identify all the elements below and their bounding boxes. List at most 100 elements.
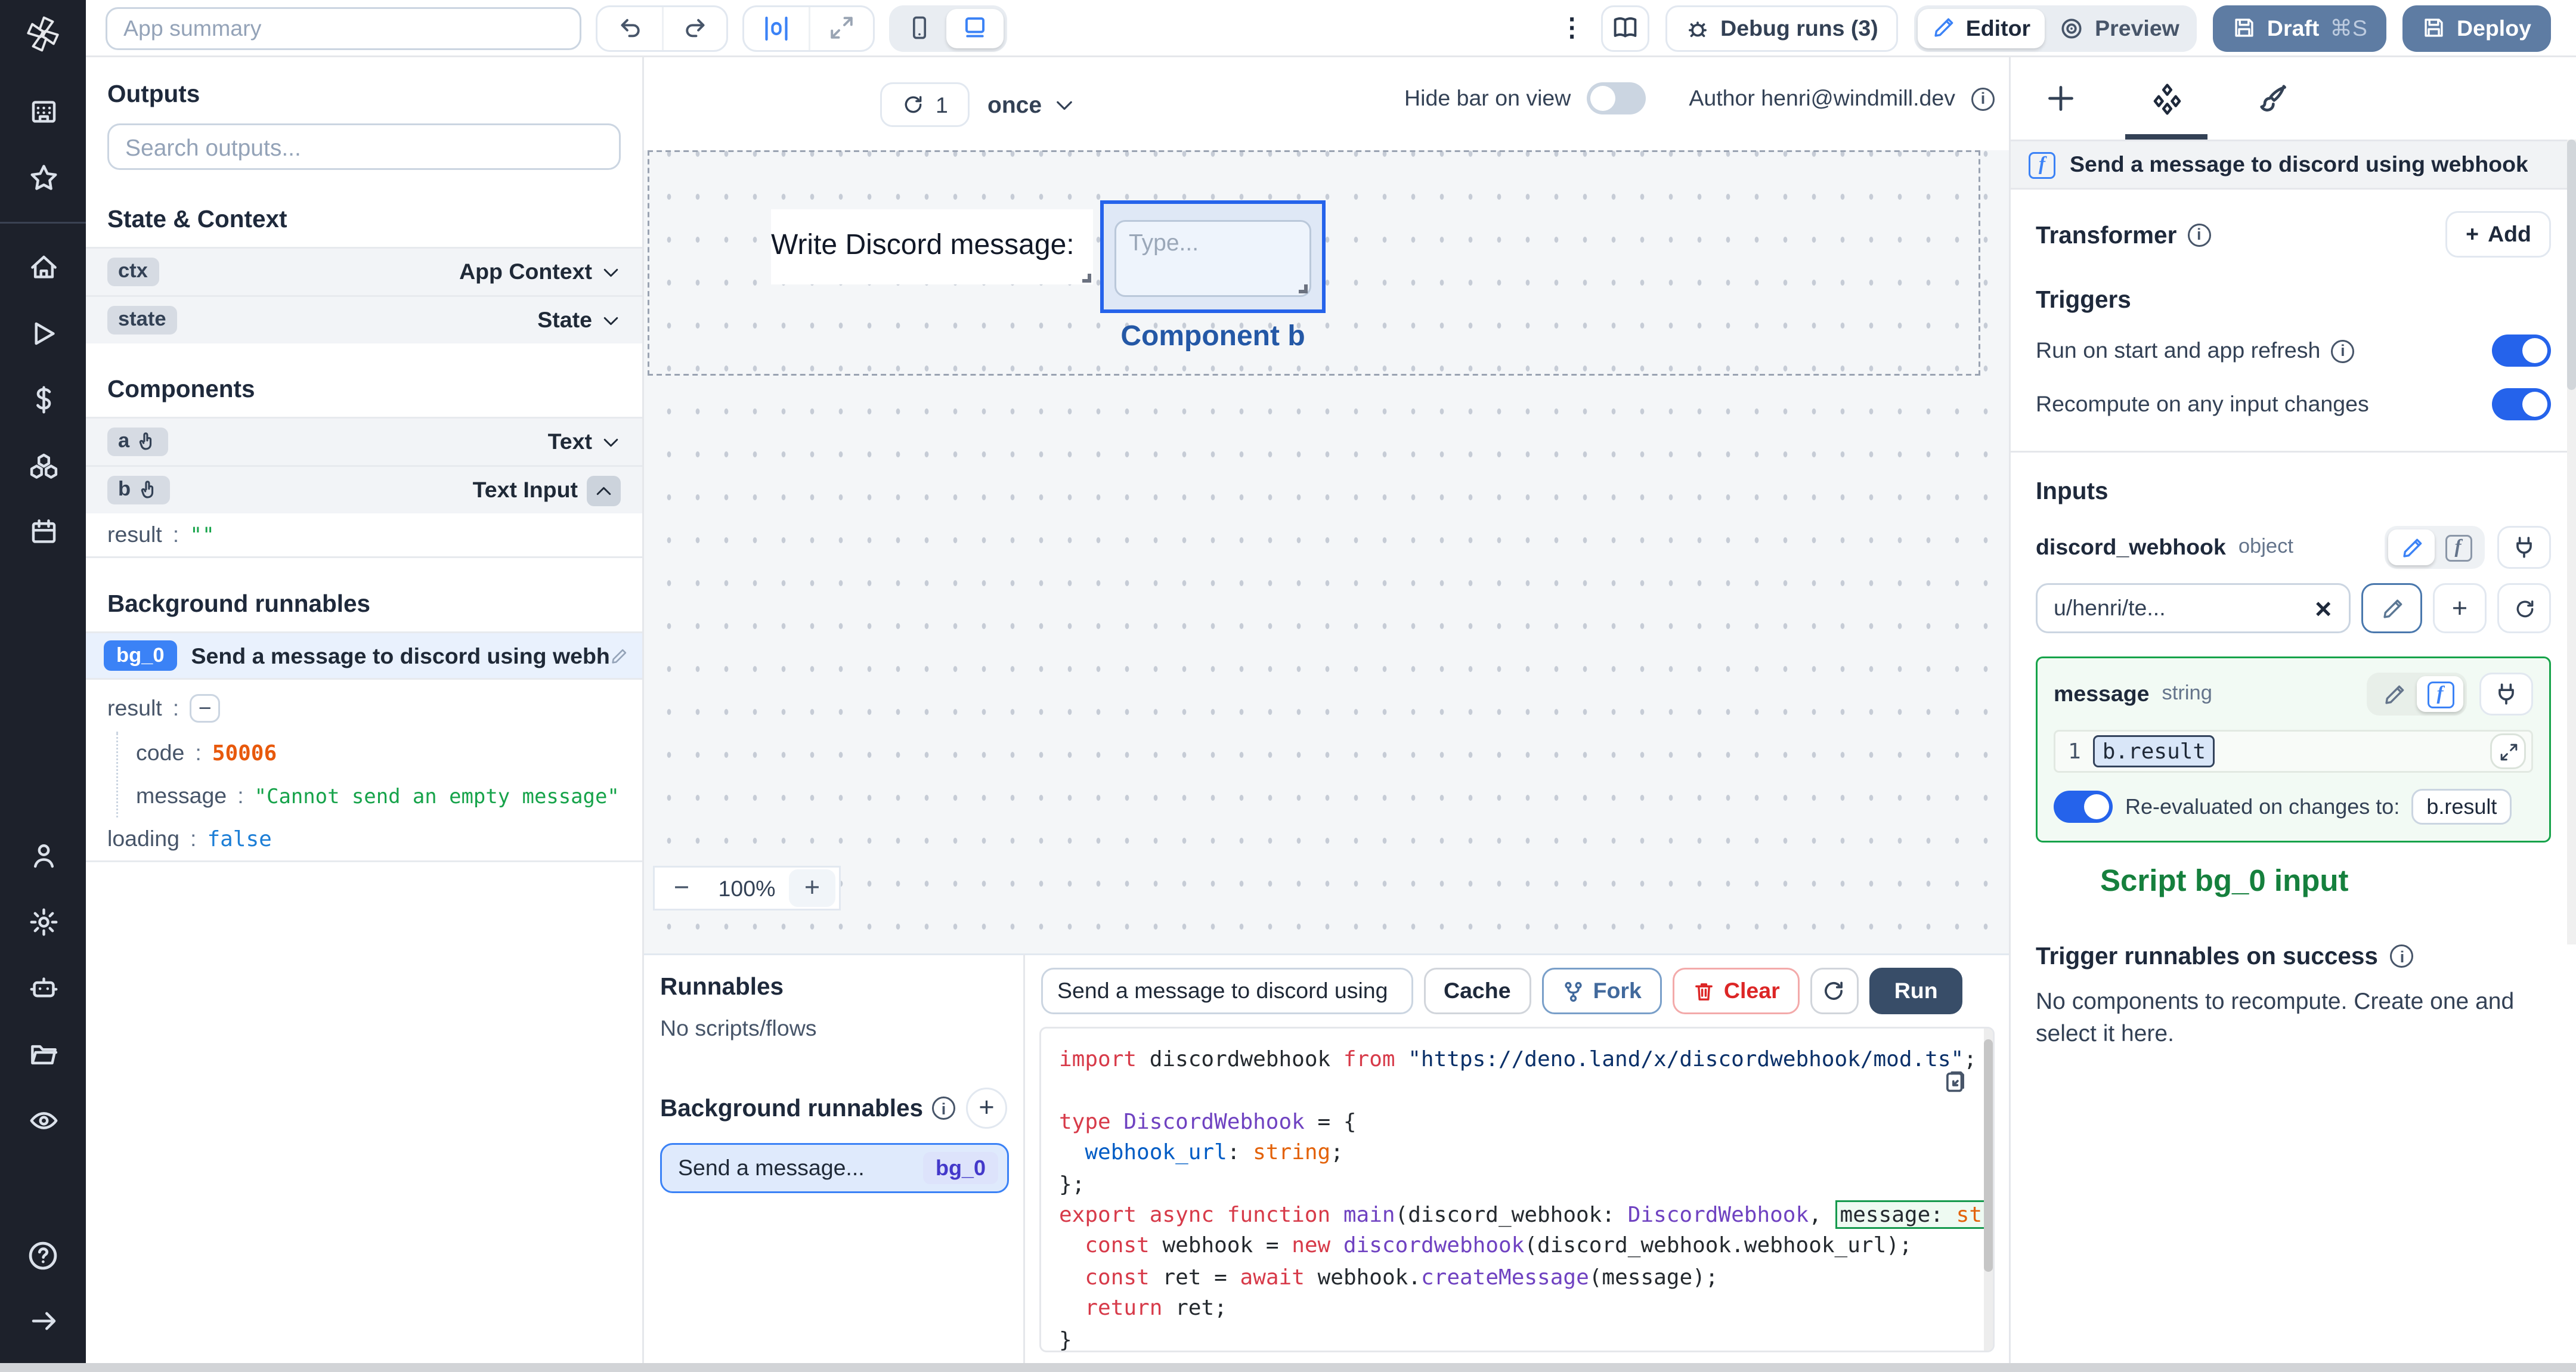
- resource-picker-input[interactable]: u/henri/te... ✕: [2036, 583, 2351, 633]
- layout-tools-group: [742, 4, 875, 51]
- schedule-select[interactable]: once: [987, 91, 1076, 118]
- chevron-down-icon[interactable]: [601, 262, 621, 282]
- horizontal-scrollbar[interactable]: [0, 1363, 2576, 1372]
- schedules-calendar-icon[interactable]: [0, 499, 86, 565]
- info-icon[interactable]: i: [2187, 222, 2211, 246]
- kebab-menu-icon[interactable]: ⋮: [1559, 13, 1584, 43]
- add-resource-button[interactable]: +: [2433, 583, 2487, 633]
- zoom-in-button[interactable]: +: [789, 869, 835, 907]
- undo-button[interactable]: [597, 7, 662, 49]
- user-icon[interactable]: [0, 823, 86, 889]
- cache-button[interactable]: Cache: [1424, 968, 1531, 1014]
- recompute-toggle[interactable]: [2492, 388, 2551, 420]
- chevron-down-icon[interactable]: [601, 432, 621, 452]
- workers-robot-icon[interactable]: [0, 955, 86, 1021]
- copy-code-icon[interactable]: [1943, 1070, 1968, 1095]
- triggers-title: Triggers: [2036, 286, 2131, 313]
- runnable-item-bg0[interactable]: Send a message... bg_0: [660, 1143, 1009, 1193]
- deploy-button[interactable]: Deploy: [2402, 4, 2551, 51]
- settings-diamonds-tab-icon[interactable]: [2150, 82, 2184, 116]
- redo-button[interactable]: [662, 6, 726, 49]
- output-row-state[interactable]: state State: [86, 295, 642, 343]
- code-scrollbar[interactable]: [1984, 1029, 1993, 1351]
- collapse-minus-box[interactable]: −: [190, 694, 221, 723]
- windmill-logo-icon[interactable]: [23, 14, 63, 54]
- resources-cubes-icon[interactable]: [0, 433, 86, 499]
- folders-icon[interactable]: [0, 1021, 86, 1088]
- refresh-resource-button[interactable]: [2497, 583, 2551, 633]
- debug-runs-button[interactable]: Debug runs (3): [1665, 4, 1898, 51]
- chevron-down-icon[interactable]: [601, 311, 621, 330]
- help-icon[interactable]: [0, 1222, 86, 1288]
- component-row-b[interactable]: b Text Input: [86, 465, 642, 513]
- expression-chip[interactable]: b.result: [2093, 735, 2215, 767]
- expression-editor[interactable]: 1 b.result: [2054, 730, 2533, 773]
- run-button[interactable]: Run: [1869, 968, 1963, 1014]
- audit-eye-icon[interactable]: [0, 1088, 86, 1154]
- zoom-out-button[interactable]: −: [655, 873, 708, 903]
- expand-editor-icon[interactable]: [2490, 733, 2526, 769]
- windmill-app-editor: App summary ⋮ Debug runs (3) Editor Prev…: [0, 0, 2576, 1372]
- fork-button[interactable]: Fork: [1541, 968, 1661, 1014]
- mobile-view-icon[interactable]: [893, 8, 946, 48]
- output-row-ctx[interactable]: ctx App Context: [86, 247, 642, 295]
- run-on-start-toggle[interactable]: [2492, 335, 2551, 367]
- b-result-row[interactable]: result: "": [86, 513, 642, 556]
- fullscreen-expand-icon[interactable]: [809, 6, 873, 49]
- resize-handle[interactable]: [1082, 274, 1091, 283]
- desktop-view-icon[interactable]: [946, 8, 1004, 48]
- code-editor[interactable]: import discordwebhook from "https://deno…: [1039, 1027, 1995, 1352]
- edit-resource-pencil-button[interactable]: [2361, 583, 2422, 633]
- search-outputs-input[interactable]: Search outputs...: [107, 123, 621, 170]
- insert-plus-tab-icon[interactable]: [2045, 82, 2077, 114]
- app-summary-input[interactable]: App summary: [106, 6, 581, 49]
- info-icon[interactable]: i: [932, 1097, 956, 1120]
- bg0-result-row[interactable]: result: −: [86, 680, 642, 732]
- text-input-component[interactable]: Type...: [1114, 220, 1311, 297]
- hide-bar-toggle[interactable]: [1587, 82, 1646, 114]
- tab-preview[interactable]: Preview: [2045, 8, 2194, 48]
- component-row-a[interactable]: a Text: [86, 417, 642, 465]
- refresh-count-box[interactable]: 1: [880, 82, 970, 127]
- edit-pencil-icon[interactable]: [610, 647, 628, 665]
- clear-button[interactable]: Clear: [1671, 968, 1800, 1014]
- runnables-panel: Runnables No scripts/flows Background ru…: [644, 953, 1025, 1363]
- draft-button[interactable]: Draft ⌘S: [2213, 4, 2387, 51]
- expand-sidebar-arrow-icon[interactable]: [0, 1288, 86, 1354]
- eval-function-icon[interactable]: f: [2435, 529, 2481, 565]
- canvas-grid[interactable]: Write Discord message: Type... Component…: [644, 150, 2009, 953]
- right-panel-scrollbar[interactable]: [2567, 140, 2576, 944]
- text-component-a[interactable]: Write Discord message:: [771, 209, 1093, 284]
- static-pencil-icon[interactable]: [2388, 529, 2435, 565]
- connect-plug-icon[interactable]: [2479, 673, 2533, 716]
- info-icon[interactable]: i: [1971, 86, 1995, 110]
- state-badge: state: [107, 306, 177, 335]
- reeval-toggle[interactable]: [2054, 791, 2113, 823]
- reeval-target-pill[interactable]: b.result: [2412, 789, 2512, 825]
- home-icon[interactable]: [0, 234, 86, 301]
- runnable-name-input[interactable]: Send a message to discord using: [1041, 968, 1413, 1014]
- star-icon[interactable]: [0, 145, 86, 211]
- settings-gear-icon[interactable]: [0, 889, 86, 955]
- docs-book-icon[interactable]: [1600, 4, 1649, 51]
- runs-play-icon[interactable]: [0, 301, 86, 367]
- transformer-title: Transformer: [2036, 221, 2177, 248]
- building-icon[interactable]: [0, 79, 86, 145]
- chevron-up-button[interactable]: [587, 475, 621, 506]
- info-icon[interactable]: i: [2331, 339, 2355, 363]
- add-transformer-button[interactable]: + Add: [2446, 211, 2551, 258]
- center-align-icon[interactable]: [744, 7, 809, 49]
- connect-plug-icon[interactable]: [2497, 526, 2551, 569]
- selected-component-b[interactable]: Type...: [1100, 200, 1326, 313]
- clear-x-icon[interactable]: ✕: [2314, 595, 2333, 622]
- resize-handle[interactable]: [1299, 284, 1308, 293]
- eval-function-icon[interactable]: f: [2417, 676, 2463, 712]
- static-pencil-icon[interactable]: [2370, 676, 2417, 712]
- reload-button[interactable]: [1810, 968, 1859, 1014]
- add-runnable-button[interactable]: +: [966, 1088, 1008, 1129]
- theme-brush-tab-icon[interactable]: [2258, 82, 2290, 114]
- info-icon[interactable]: i: [2390, 944, 2414, 968]
- bg0-row[interactable]: bg_0 Send a message to discord using web…: [86, 631, 642, 680]
- dollar-icon[interactable]: [0, 367, 86, 433]
- tab-editor[interactable]: Editor: [1917, 8, 2045, 48]
